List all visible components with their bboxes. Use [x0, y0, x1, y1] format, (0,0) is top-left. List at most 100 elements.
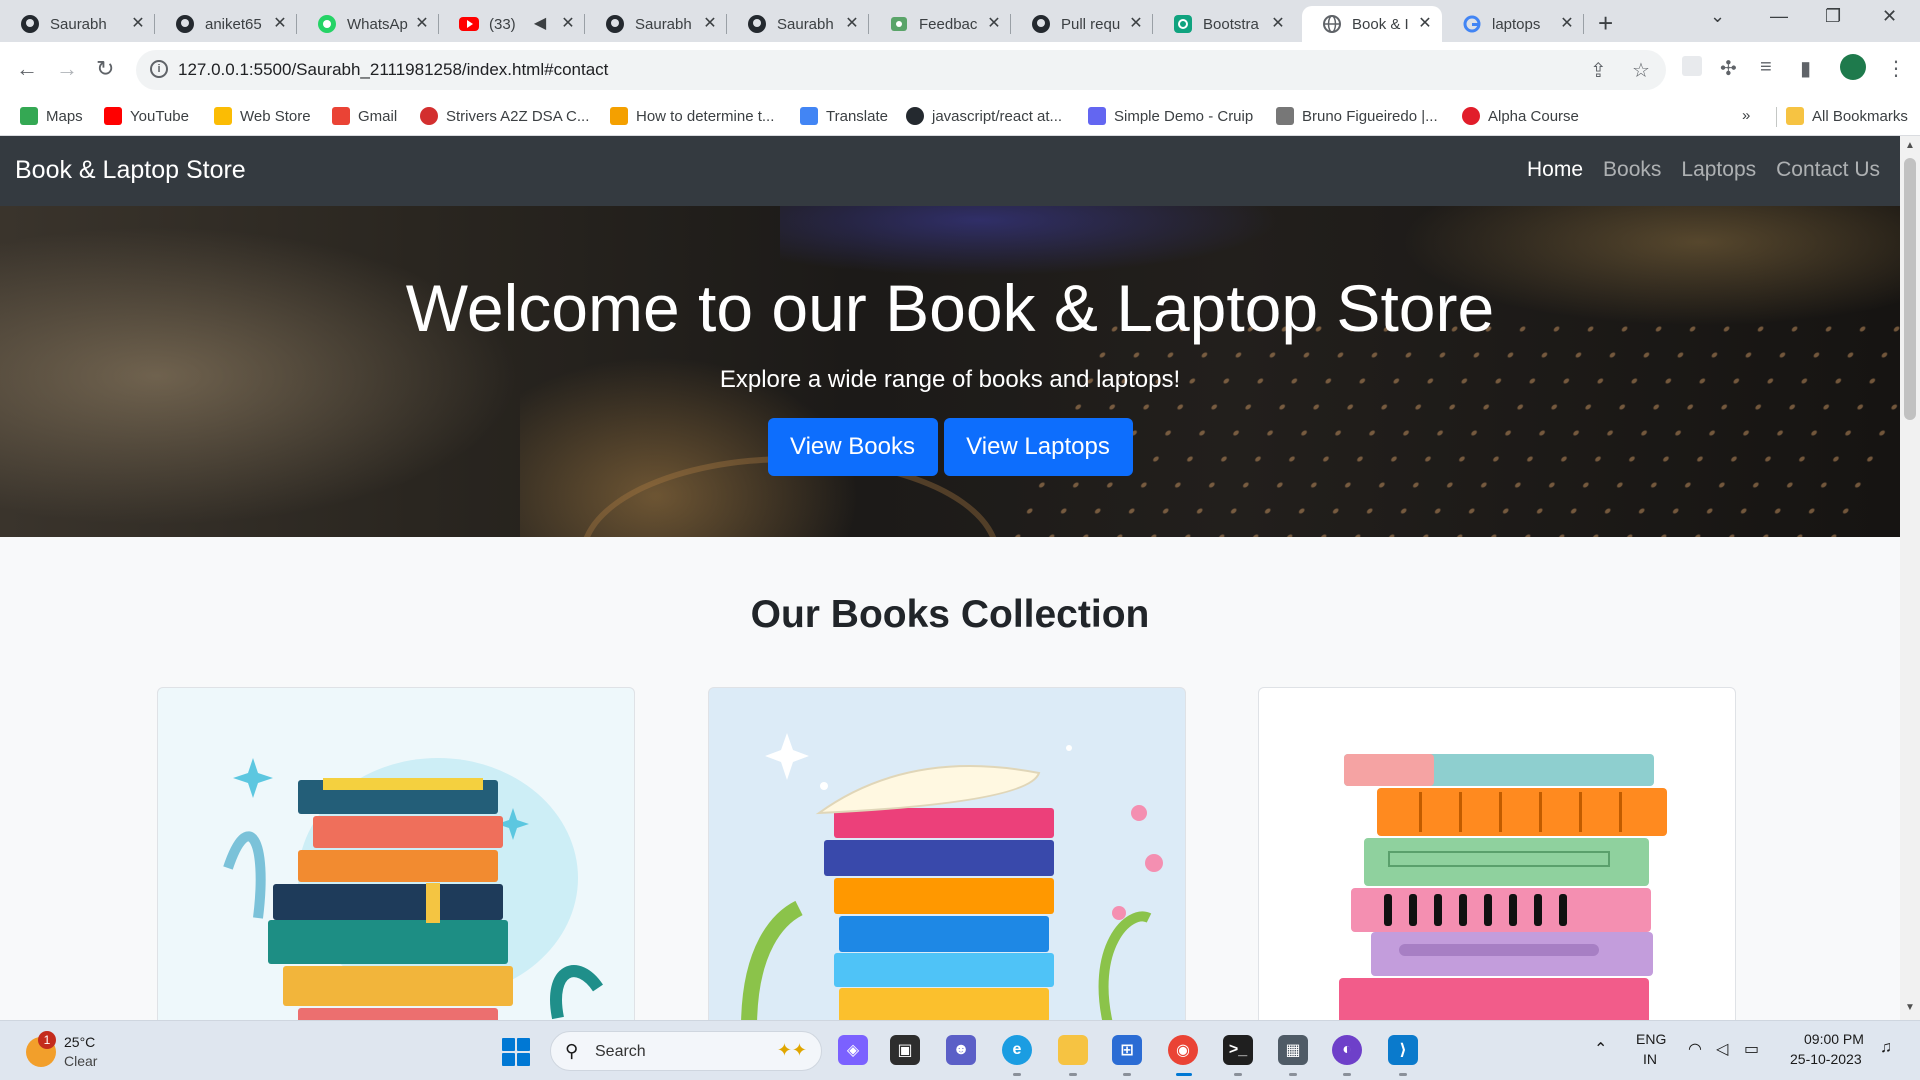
- nav-books[interactable]: Books: [1603, 158, 1661, 182]
- tab-1[interactable]: Saurabh ✕: [0, 6, 155, 42]
- tab-3[interactable]: WhatsAp ✕: [297, 6, 439, 42]
- cruip-icon: [1088, 107, 1106, 125]
- clock-time[interactable]: 09:00 PM: [1804, 1031, 1864, 1047]
- weather-temperature: 25°C: [64, 1034, 96, 1050]
- task-view-icon[interactable]: ▣: [890, 1035, 920, 1065]
- github-icon: [747, 14, 767, 34]
- tab-active[interactable]: Book & I ✕: [1302, 6, 1442, 42]
- tab-5[interactable]: Saurabh ✕: [585, 6, 727, 42]
- forward-icon[interactable]: →: [56, 56, 78, 82]
- address-bar[interactable]: i 127.0.0.1:5500/Saurabh_2111981258/inde…: [136, 50, 1666, 90]
- menu-icon[interactable]: ⋮: [1886, 56, 1906, 81]
- nav-home[interactable]: Home: [1527, 158, 1583, 182]
- close-icon[interactable]: ✕: [559, 15, 577, 33]
- close-window-icon[interactable]: ✕: [1882, 6, 1897, 27]
- chevron-up-icon[interactable]: ⌃: [1594, 1039, 1607, 1059]
- books-section-title: Our Books Collection: [750, 593, 1150, 636]
- tab-4[interactable]: (33) ◀ ✕: [439, 6, 585, 42]
- notification-bell-icon[interactable]: ♫: [1880, 1039, 1892, 1057]
- media-icon[interactable]: ≡: [1760, 56, 1772, 79]
- tab-11[interactable]: laptops ✕: [1442, 6, 1584, 42]
- clock-date[interactable]: 25-10-2023: [1790, 1051, 1862, 1067]
- avatar[interactable]: [1840, 54, 1866, 80]
- back-icon[interactable]: ←: [16, 56, 38, 82]
- bookmark-bruno[interactable]: Bruno Figueiredo |...: [1276, 107, 1438, 125]
- close-icon[interactable]: ✕: [843, 15, 861, 33]
- bookmark-alpha-course[interactable]: Alpha Course: [1462, 107, 1579, 125]
- scrollbar-thumb[interactable]: [1904, 158, 1916, 420]
- windows-start-icon[interactable]: [502, 1038, 530, 1066]
- bookmark-maps[interactable]: Maps: [20, 107, 83, 125]
- site-brand[interactable]: Book & Laptop Store: [15, 156, 246, 185]
- close-icon[interactable]: ✕: [1416, 15, 1434, 33]
- language-region[interactable]: IN: [1643, 1051, 1657, 1067]
- page-scrollbar[interactable]: ▲ ▼: [1900, 136, 1920, 1020]
- battery-icon[interactable]: ▭: [1744, 1039, 1759, 1059]
- side-panel-icon[interactable]: ▮: [1800, 56, 1811, 81]
- copilot-icon[interactable]: ◈: [838, 1035, 868, 1065]
- tab-search-icon[interactable]: ⌄: [1710, 6, 1725, 27]
- globe-icon: [1322, 14, 1342, 34]
- minimize-icon[interactable]: —: [1770, 6, 1788, 27]
- view-books-button[interactable]: View Books: [767, 418, 938, 476]
- teams-icon[interactable]: ☻: [946, 1035, 976, 1065]
- language-code[interactable]: ENG: [1636, 1031, 1666, 1047]
- reload-icon[interactable]: ↻: [96, 56, 114, 82]
- close-icon[interactable]: ✕: [1269, 15, 1287, 33]
- volume-icon[interactable]: ◁: [1716, 1039, 1728, 1059]
- nav-laptops[interactable]: Laptops: [1681, 158, 1756, 182]
- bookmark-simple-demo[interactable]: Simple Demo - Cruip: [1088, 107, 1253, 125]
- bookmark-web-store[interactable]: Web Store: [214, 107, 311, 125]
- bookmark-translate[interactable]: Translate: [800, 107, 888, 125]
- close-icon[interactable]: ✕: [271, 15, 289, 33]
- scroll-down-icon[interactable]: ▼: [1905, 1002, 1915, 1013]
- calculator-icon[interactable]: ▦: [1278, 1035, 1308, 1065]
- close-icon[interactable]: ✕: [129, 15, 147, 33]
- puzzle-icon[interactable]: ✣: [1720, 56, 1737, 81]
- bookmark-javascript-react[interactable]: javascript/react at...: [906, 107, 1062, 125]
- chrome-icon[interactable]: ◉: [1168, 1035, 1198, 1065]
- close-icon[interactable]: ✕: [1127, 15, 1145, 33]
- vscode-icon[interactable]: ⟩: [1388, 1035, 1418, 1065]
- bookmark-how-to-determine[interactable]: How to determine t...: [610, 107, 774, 125]
- book-card-2[interactable]: [708, 687, 1186, 1020]
- book-card-1[interactable]: [157, 687, 635, 1020]
- taskbar-search[interactable]: ⚲ Search ✦✦: [550, 1031, 822, 1071]
- site-info-icon[interactable]: i: [150, 60, 168, 78]
- speaker-icon[interactable]: ◀: [531, 15, 549, 33]
- bookmark-youtube[interactable]: YouTube: [104, 107, 189, 125]
- nav-contact-us[interactable]: Contact Us: [1776, 158, 1880, 182]
- microsoft-store-icon[interactable]: ⊞: [1112, 1035, 1142, 1065]
- search-icon: ⚲: [565, 1041, 579, 1061]
- close-icon[interactable]: ✕: [701, 15, 719, 33]
- all-bookmarks-button[interactable]: All Bookmarks: [1786, 107, 1908, 125]
- close-icon[interactable]: ✕: [985, 15, 1003, 33]
- restore-icon[interactable]: ❐: [1825, 6, 1841, 27]
- tab-9[interactable]: Bootstra ✕: [1153, 6, 1295, 42]
- bookmark-strivers[interactable]: Strivers A2Z DSA C...: [420, 107, 589, 125]
- github-desktop-icon[interactable]: ◐: [1332, 1035, 1362, 1065]
- site-navbar: Book & Laptop Store Home Books Laptops C…: [0, 136, 1900, 206]
- tab-6[interactable]: Saurabh ✕: [727, 6, 869, 42]
- book-card-3[interactable]: [1258, 687, 1736, 1020]
- wifi-icon[interactable]: ◠: [1688, 1039, 1702, 1059]
- close-icon[interactable]: ✕: [1558, 15, 1576, 33]
- view-laptops-button[interactable]: View Laptops: [943, 418, 1133, 476]
- close-icon[interactable]: ✕: [413, 15, 431, 33]
- tab-8[interactable]: Pull requ ✕: [1011, 6, 1153, 42]
- bookmarks-overflow-button[interactable]: »: [1742, 107, 1750, 124]
- file-explorer-icon[interactable]: [1058, 1035, 1088, 1065]
- bookmark-gmail[interactable]: Gmail: [332, 107, 397, 125]
- extension-icon[interactable]: [1682, 56, 1702, 76]
- folder-icon: [1786, 107, 1804, 125]
- new-tab-button[interactable]: +: [1598, 8, 1613, 39]
- terminal-icon[interactable]: >_: [1223, 1035, 1253, 1065]
- tab-2[interactable]: aniket65 ✕: [155, 6, 297, 42]
- edge-icon[interactable]: e: [1002, 1035, 1032, 1065]
- share-icon[interactable]: ⇪: [1590, 58, 1607, 83]
- github-icon: [175, 14, 195, 34]
- bookmark-star-icon[interactable]: ☆: [1632, 58, 1650, 83]
- scroll-up-icon[interactable]: ▲: [1905, 140, 1915, 151]
- tab-7[interactable]: Feedbac ✕: [869, 6, 1011, 42]
- url-text[interactable]: 127.0.0.1:5500/Saurabh_2111981258/index.…: [178, 60, 608, 80]
